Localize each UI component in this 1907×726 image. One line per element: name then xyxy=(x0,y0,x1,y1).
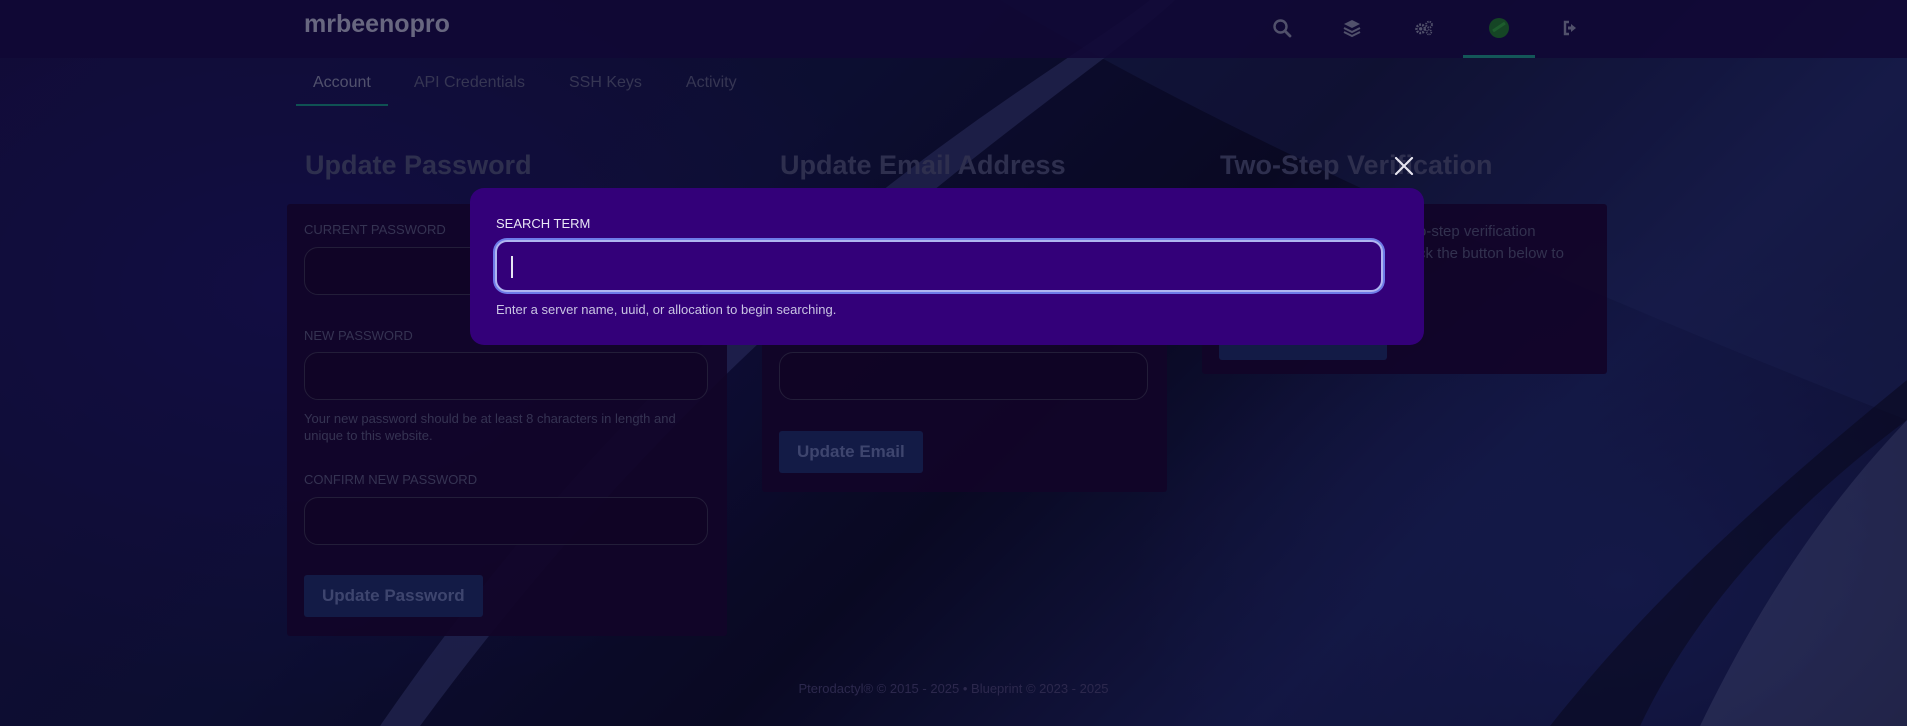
close-icon xyxy=(1394,156,1414,176)
text-cursor xyxy=(511,256,513,278)
search-hint: Enter a server name, uuid, or allocation… xyxy=(496,302,837,317)
modal-backdrop[interactable] xyxy=(0,0,1907,726)
search-modal: SEARCH TERM Enter a server name, uuid, o… xyxy=(470,188,1424,345)
search-input[interactable] xyxy=(495,240,1383,292)
close-modal-button[interactable] xyxy=(1390,152,1418,180)
search-term-label: SEARCH TERM xyxy=(496,216,591,231)
